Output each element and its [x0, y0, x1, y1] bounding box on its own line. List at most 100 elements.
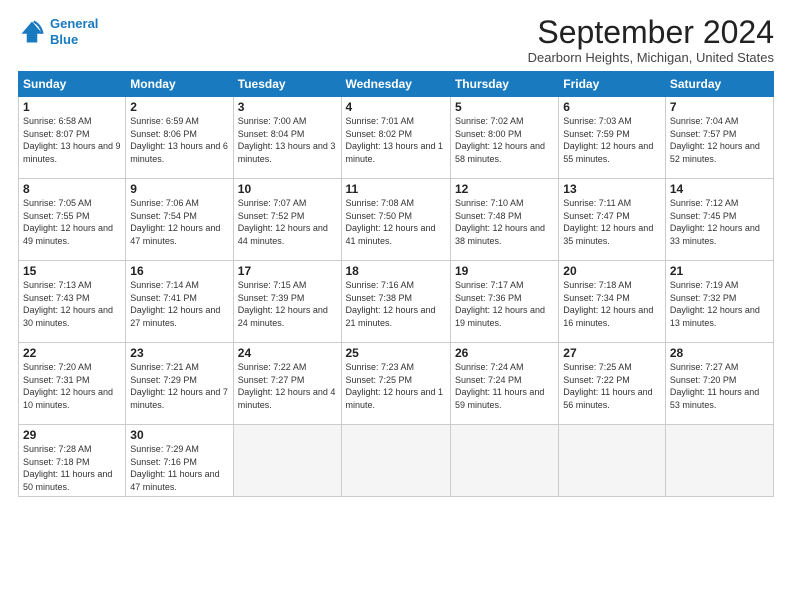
day-info: Sunrise: 7:29 AMSunset: 7:16 PMDaylight:… — [130, 443, 228, 493]
day-number: 18 — [346, 264, 446, 278]
table-row: 12Sunrise: 7:10 AMSunset: 7:48 PMDayligh… — [450, 179, 558, 261]
col-tuesday: Tuesday — [233, 72, 341, 97]
day-info: Sunrise: 7:14 AMSunset: 7:41 PMDaylight:… — [130, 279, 228, 329]
day-number: 22 — [23, 346, 121, 360]
day-info: Sunrise: 7:27 AMSunset: 7:20 PMDaylight:… — [670, 361, 769, 411]
day-info: Sunrise: 7:22 AMSunset: 7:27 PMDaylight:… — [238, 361, 337, 411]
day-number: 15 — [23, 264, 121, 278]
day-info: Sunrise: 7:24 AMSunset: 7:24 PMDaylight:… — [455, 361, 554, 411]
logo: General Blue — [18, 16, 98, 47]
day-info: Sunrise: 7:23 AMSunset: 7:25 PMDaylight:… — [346, 361, 446, 411]
day-number: 29 — [23, 428, 121, 442]
title-block: September 2024 Dearborn Heights, Michiga… — [528, 16, 774, 65]
col-monday: Monday — [126, 72, 233, 97]
day-number: 20 — [563, 264, 661, 278]
day-number: 16 — [130, 264, 228, 278]
day-info: Sunrise: 7:16 AMSunset: 7:38 PMDaylight:… — [346, 279, 446, 329]
day-info: Sunrise: 7:18 AMSunset: 7:34 PMDaylight:… — [563, 279, 661, 329]
table-row: 17Sunrise: 7:15 AMSunset: 7:39 PMDayligh… — [233, 261, 341, 343]
table-row — [559, 425, 666, 497]
col-saturday: Saturday — [665, 72, 773, 97]
table-row — [233, 425, 341, 497]
day-info: Sunrise: 7:05 AMSunset: 7:55 PMDaylight:… — [23, 197, 121, 247]
table-row: 18Sunrise: 7:16 AMSunset: 7:38 PMDayligh… — [341, 261, 450, 343]
day-info: Sunrise: 7:06 AMSunset: 7:54 PMDaylight:… — [130, 197, 228, 247]
table-row — [341, 425, 450, 497]
table-row: 29Sunrise: 7:28 AMSunset: 7:18 PMDayligh… — [19, 425, 126, 497]
month-title: September 2024 — [528, 16, 774, 48]
calendar-page: General Blue September 2024 Dearborn Hei… — [0, 0, 792, 612]
day-number: 7 — [670, 100, 769, 114]
day-number: 27 — [563, 346, 661, 360]
table-row: 14Sunrise: 7:12 AMSunset: 7:45 PMDayligh… — [665, 179, 773, 261]
day-number: 8 — [23, 182, 121, 196]
day-info: Sunrise: 7:04 AMSunset: 7:57 PMDaylight:… — [670, 115, 769, 165]
day-info: Sunrise: 7:19 AMSunset: 7:32 PMDaylight:… — [670, 279, 769, 329]
table-row: 4Sunrise: 7:01 AMSunset: 8:02 PMDaylight… — [341, 97, 450, 179]
day-number: 4 — [346, 100, 446, 114]
table-row: 2Sunrise: 6:59 AMSunset: 8:06 PMDaylight… — [126, 97, 233, 179]
day-number: 3 — [238, 100, 337, 114]
table-row: 1Sunrise: 6:58 AMSunset: 8:07 PMDaylight… — [19, 97, 126, 179]
day-number: 1 — [23, 100, 121, 114]
day-info: Sunrise: 7:11 AMSunset: 7:47 PMDaylight:… — [563, 197, 661, 247]
table-row: 24Sunrise: 7:22 AMSunset: 7:27 PMDayligh… — [233, 343, 341, 425]
table-row: 10Sunrise: 7:07 AMSunset: 7:52 PMDayligh… — [233, 179, 341, 261]
day-number: 11 — [346, 182, 446, 196]
day-info: Sunrise: 7:10 AMSunset: 7:48 PMDaylight:… — [455, 197, 554, 247]
day-info: Sunrise: 7:07 AMSunset: 7:52 PMDaylight:… — [238, 197, 337, 247]
table-row: 9Sunrise: 7:06 AMSunset: 7:54 PMDaylight… — [126, 179, 233, 261]
day-info: Sunrise: 7:20 AMSunset: 7:31 PMDaylight:… — [23, 361, 121, 411]
day-info: Sunrise: 7:25 AMSunset: 7:22 PMDaylight:… — [563, 361, 661, 411]
day-number: 5 — [455, 100, 554, 114]
logo-icon — [18, 18, 46, 46]
table-row: 11Sunrise: 7:08 AMSunset: 7:50 PMDayligh… — [341, 179, 450, 261]
day-number: 9 — [130, 182, 228, 196]
day-number: 19 — [455, 264, 554, 278]
table-row: 15Sunrise: 7:13 AMSunset: 7:43 PMDayligh… — [19, 261, 126, 343]
day-number: 12 — [455, 182, 554, 196]
day-info: Sunrise: 7:12 AMSunset: 7:45 PMDaylight:… — [670, 197, 769, 247]
day-number: 24 — [238, 346, 337, 360]
day-info: Sunrise: 7:28 AMSunset: 7:18 PMDaylight:… — [23, 443, 121, 493]
day-info: Sunrise: 6:58 AMSunset: 8:07 PMDaylight:… — [23, 115, 121, 165]
table-row: 30Sunrise: 7:29 AMSunset: 7:16 PMDayligh… — [126, 425, 233, 497]
col-friday: Friday — [559, 72, 666, 97]
col-wednesday: Wednesday — [341, 72, 450, 97]
day-number: 2 — [130, 100, 228, 114]
table-row: 26Sunrise: 7:24 AMSunset: 7:24 PMDayligh… — [450, 343, 558, 425]
table-row: 3Sunrise: 7:00 AMSunset: 8:04 PMDaylight… — [233, 97, 341, 179]
day-info: Sunrise: 7:17 AMSunset: 7:36 PMDaylight:… — [455, 279, 554, 329]
table-row: 7Sunrise: 7:04 AMSunset: 7:57 PMDaylight… — [665, 97, 773, 179]
day-number: 23 — [130, 346, 228, 360]
table-row: 22Sunrise: 7:20 AMSunset: 7:31 PMDayligh… — [19, 343, 126, 425]
table-row: 8Sunrise: 7:05 AMSunset: 7:55 PMDaylight… — [19, 179, 126, 261]
day-info: Sunrise: 7:21 AMSunset: 7:29 PMDaylight:… — [130, 361, 228, 411]
header: General Blue September 2024 Dearborn Hei… — [18, 16, 774, 65]
table-row: 27Sunrise: 7:25 AMSunset: 7:22 PMDayligh… — [559, 343, 666, 425]
day-number: 13 — [563, 182, 661, 196]
day-number: 26 — [455, 346, 554, 360]
logo-text: General Blue — [50, 16, 98, 47]
table-row: 13Sunrise: 7:11 AMSunset: 7:47 PMDayligh… — [559, 179, 666, 261]
day-info: Sunrise: 7:00 AMSunset: 8:04 PMDaylight:… — [238, 115, 337, 165]
day-number: 6 — [563, 100, 661, 114]
table-row: 20Sunrise: 7:18 AMSunset: 7:34 PMDayligh… — [559, 261, 666, 343]
calendar-table: Sunday Monday Tuesday Wednesday Thursday… — [18, 71, 774, 497]
day-number: 25 — [346, 346, 446, 360]
day-info: Sunrise: 7:15 AMSunset: 7:39 PMDaylight:… — [238, 279, 337, 329]
table-row: 23Sunrise: 7:21 AMSunset: 7:29 PMDayligh… — [126, 343, 233, 425]
day-number: 17 — [238, 264, 337, 278]
table-row: 5Sunrise: 7:02 AMSunset: 8:00 PMDaylight… — [450, 97, 558, 179]
day-number: 10 — [238, 182, 337, 196]
day-info: Sunrise: 6:59 AMSunset: 8:06 PMDaylight:… — [130, 115, 228, 165]
table-row — [665, 425, 773, 497]
day-info: Sunrise: 7:13 AMSunset: 7:43 PMDaylight:… — [23, 279, 121, 329]
day-info: Sunrise: 7:08 AMSunset: 7:50 PMDaylight:… — [346, 197, 446, 247]
table-row: 21Sunrise: 7:19 AMSunset: 7:32 PMDayligh… — [665, 261, 773, 343]
day-info: Sunrise: 7:03 AMSunset: 7:59 PMDaylight:… — [563, 115, 661, 165]
table-row: 6Sunrise: 7:03 AMSunset: 7:59 PMDaylight… — [559, 97, 666, 179]
table-row: 25Sunrise: 7:23 AMSunset: 7:25 PMDayligh… — [341, 343, 450, 425]
table-row: 16Sunrise: 7:14 AMSunset: 7:41 PMDayligh… — [126, 261, 233, 343]
day-info: Sunrise: 7:01 AMSunset: 8:02 PMDaylight:… — [346, 115, 446, 165]
